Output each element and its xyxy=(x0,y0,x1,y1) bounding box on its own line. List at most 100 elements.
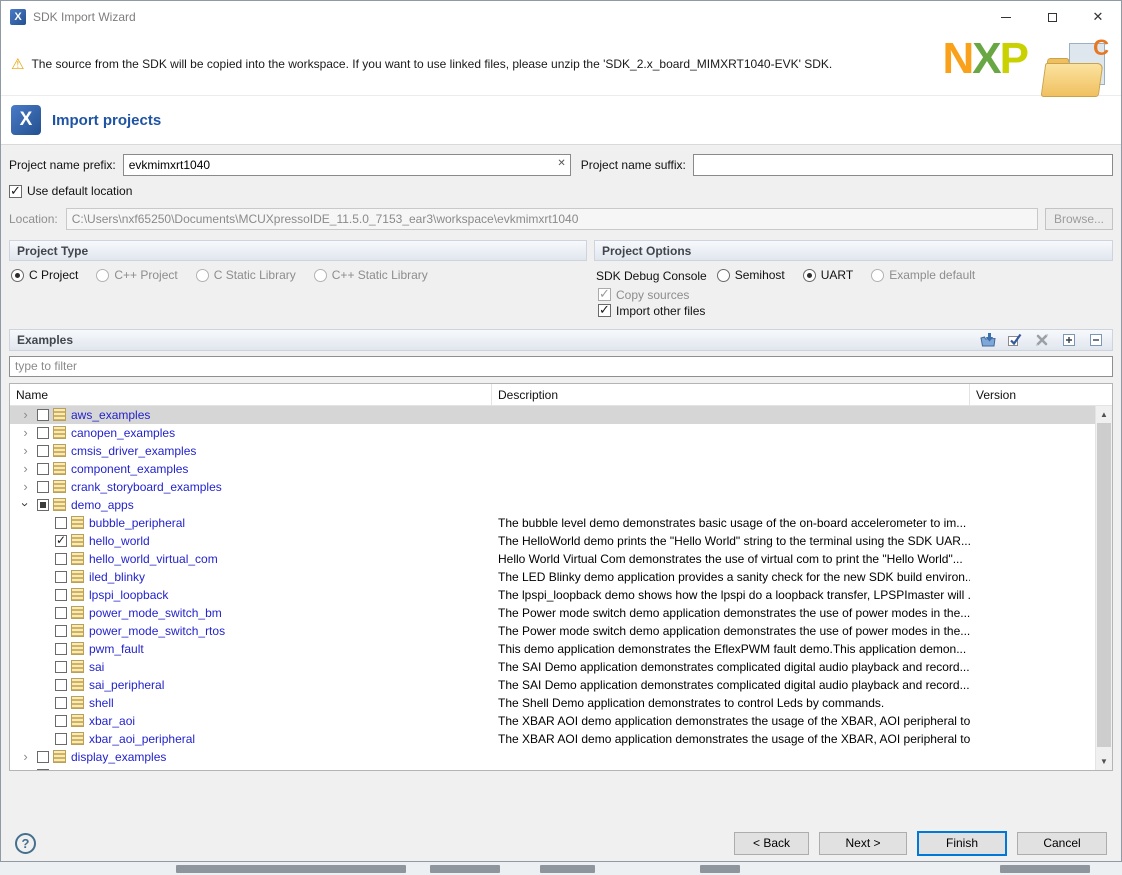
row-name: lpspi_loopback xyxy=(89,588,168,602)
wizard-footer: ? < Back Next > Finish Cancel xyxy=(15,830,1107,856)
radio-option[interactable]: UART xyxy=(803,268,853,282)
vertical-scrollbar[interactable]: ▲ ▼ xyxy=(1095,406,1112,770)
collapse-all-icon[interactable] xyxy=(1087,331,1105,348)
table-row[interactable]: power_mode_switch_bm The Power mode swit… xyxy=(10,604,1095,622)
table-row[interactable]: demo_apps xyxy=(10,496,1095,514)
table-row[interactable] xyxy=(10,766,1095,770)
select-all-icon[interactable] xyxy=(1006,331,1024,348)
row-checkbox[interactable] xyxy=(55,715,67,727)
row-checkbox[interactable] xyxy=(37,445,49,457)
column-header-description[interactable]: Description xyxy=(492,384,970,405)
expander-icon[interactable] xyxy=(18,425,33,440)
table-row[interactable]: hello_world The HelloWorld demo prints t… xyxy=(10,532,1095,550)
next-button[interactable]: Next > xyxy=(819,832,907,855)
column-header-name[interactable]: Name xyxy=(10,384,492,405)
expander-icon[interactable] xyxy=(18,461,33,476)
deselect-all-icon[interactable] xyxy=(1033,331,1051,348)
table-row[interactable]: lpspi_loopback The lpspi_loopback demo s… xyxy=(10,586,1095,604)
project-name-prefix-input[interactable] xyxy=(123,154,571,176)
row-name: component_examples xyxy=(71,462,188,476)
row-checkbox[interactable] xyxy=(55,589,67,601)
table-row[interactable]: xbar_aoi_peripheral The XBAR AOI demo ap… xyxy=(10,730,1095,748)
project-name-suffix-input[interactable] xyxy=(693,154,1113,176)
table-row[interactable]: aws_examples xyxy=(10,406,1095,424)
row-checkbox[interactable] xyxy=(55,553,67,565)
radio-option[interactable]: Semihost xyxy=(717,268,785,282)
project-options-checkboxes: Copy sources Import other files xyxy=(596,288,1109,318)
table-row[interactable]: power_mode_switch_rtos The Power mode sw… xyxy=(10,622,1095,640)
example-icon xyxy=(53,750,66,763)
maximize-button[interactable] xyxy=(1029,1,1075,33)
expand-all-icon[interactable] xyxy=(1060,331,1078,348)
row-checkbox[interactable] xyxy=(37,499,49,511)
row-checkbox[interactable] xyxy=(37,409,49,421)
import-example-icon[interactable] xyxy=(979,331,997,348)
use-default-location-checkbox[interactable]: Use default location xyxy=(9,184,132,198)
table-row[interactable]: display_examples xyxy=(10,748,1095,766)
example-icon xyxy=(71,534,84,547)
close-button[interactable]: ✕ xyxy=(1075,1,1121,33)
scroll-up-icon[interactable]: ▲ xyxy=(1096,406,1112,423)
row-checkbox[interactable] xyxy=(55,679,67,691)
row-name: aws_examples xyxy=(71,408,150,422)
table-row[interactable]: hello_world_virtual_com Hello World Virt… xyxy=(10,550,1095,568)
row-checkbox[interactable] xyxy=(55,733,67,745)
checkbox-option[interactable]: Copy sources xyxy=(598,288,1109,302)
suffix-label: Project name suffix: xyxy=(581,158,686,172)
row-checkbox[interactable] xyxy=(55,643,67,655)
table-row[interactable]: iled_blinky The LED Blinky demo applicat… xyxy=(10,568,1095,586)
expander-icon[interactable] xyxy=(18,767,33,770)
table-row[interactable]: cmsis_driver_examples xyxy=(10,442,1095,460)
prefix-field-wrap: ✕ xyxy=(123,154,571,176)
example-icon xyxy=(71,678,84,691)
table-row[interactable]: pwm_fault This demo application demonstr… xyxy=(10,640,1095,658)
table-row[interactable]: bubble_peripheral The bubble level demo … xyxy=(10,514,1095,532)
row-checkbox[interactable] xyxy=(55,517,67,529)
expander-icon[interactable] xyxy=(18,443,33,458)
radio-option[interactable]: C Static Library xyxy=(196,268,296,282)
mcuxpresso-app-icon xyxy=(10,9,26,25)
table-row[interactable]: sai The SAI Demo application demonstrate… xyxy=(10,658,1095,676)
expander-icon[interactable] xyxy=(18,749,33,764)
row-checkbox[interactable] xyxy=(37,481,49,493)
row-name: sai xyxy=(89,660,104,674)
column-header-version[interactable]: Version xyxy=(970,384,1112,405)
row-checkbox[interactable] xyxy=(55,697,67,709)
expander-icon[interactable] xyxy=(18,479,33,494)
help-button[interactable]: ? xyxy=(15,833,36,854)
row-checkbox[interactable] xyxy=(55,607,67,619)
expander-icon[interactable] xyxy=(18,407,33,422)
table-row[interactable]: sai_peripheral The SAI Demo application … xyxy=(10,676,1095,694)
row-checkbox[interactable] xyxy=(55,535,67,547)
finish-button[interactable]: Finish xyxy=(917,831,1007,856)
row-checkbox[interactable] xyxy=(55,625,67,637)
expander-icon[interactable] xyxy=(18,497,33,512)
row-checkbox[interactable] xyxy=(37,463,49,475)
table-row[interactable]: canopen_examples xyxy=(10,424,1095,442)
back-button[interactable]: < Back xyxy=(734,832,809,855)
row-checkbox[interactable] xyxy=(55,661,67,673)
table-row[interactable]: crank_storyboard_examples xyxy=(10,478,1095,496)
row-name: hello_world_virtual_com xyxy=(89,552,218,566)
table-row[interactable]: component_examples xyxy=(10,460,1095,478)
row-checkbox[interactable] xyxy=(55,571,67,583)
row-description: The LED Blinky demo application provides… xyxy=(492,570,970,584)
cancel-button[interactable]: Cancel xyxy=(1017,832,1107,855)
scrollbar-thumb[interactable] xyxy=(1097,423,1111,747)
radio-option[interactable]: C++ Static Library xyxy=(314,268,428,282)
table-row[interactable]: xbar_aoi The XBAR AOI demo application d… xyxy=(10,712,1095,730)
radio-option[interactable]: C++ Project xyxy=(96,268,177,282)
row-checkbox[interactable] xyxy=(37,427,49,439)
scroll-down-icon[interactable]: ▼ xyxy=(1096,753,1112,770)
radio-option[interactable]: Example default xyxy=(871,268,975,282)
row-checkbox[interactable] xyxy=(37,751,49,763)
minimize-button[interactable] xyxy=(983,1,1029,33)
table-row[interactable]: shell The Shell Demo application demonst… xyxy=(10,694,1095,712)
radio-icon xyxy=(314,269,327,282)
radio-option[interactable]: C Project xyxy=(11,268,78,282)
browse-button[interactable]: Browse... xyxy=(1045,208,1113,230)
clear-prefix-icon[interactable]: ✕ xyxy=(557,158,565,169)
row-checkbox[interactable] xyxy=(37,769,49,770)
checkbox-option[interactable]: Import other files xyxy=(598,304,1109,318)
examples-filter-input[interactable] xyxy=(9,356,1113,377)
